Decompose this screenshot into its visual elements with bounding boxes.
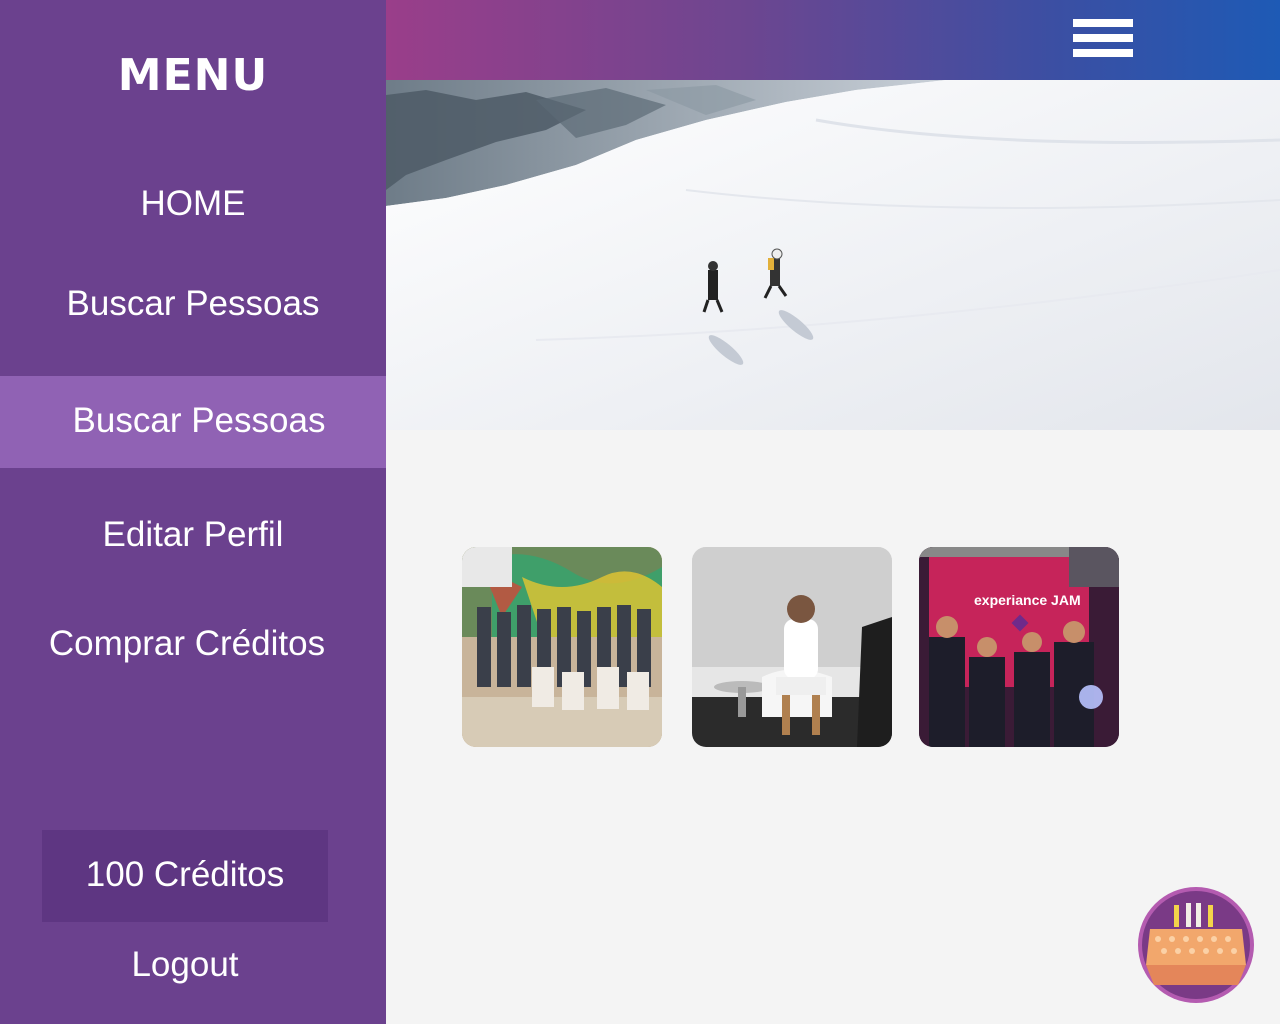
snow-mountain-skiers-photo xyxy=(386,80,1280,430)
nav-item-home[interactable]: HOME xyxy=(0,184,386,224)
experience-jam-sign: experiance JAM xyxy=(974,592,1081,608)
celebration-table-icon xyxy=(1138,887,1254,1003)
gallery-thumb-experience-jam-photo[interactable]: experiance JAM xyxy=(919,547,1119,747)
experience-jam-photo: experiance JAM xyxy=(919,547,1119,747)
nav-item-editar-perfil[interactable]: Editar Perfil xyxy=(0,515,386,555)
nav-item-buscar-pessoas-active[interactable]: Buscar Pessoas xyxy=(0,376,386,468)
nav-item-buscar-pessoas[interactable]: Buscar Pessoas xyxy=(0,284,386,324)
hero-image xyxy=(386,80,1280,430)
gallery-thumb-speaker-photo[interactable] xyxy=(692,547,892,747)
sidebar: MENU HOME Buscar Pessoas Buscar Pessoas … xyxy=(0,0,386,1024)
menu-title: MENU xyxy=(117,50,269,101)
top-header xyxy=(386,0,1280,80)
hamburger-menu-icon[interactable] xyxy=(1073,19,1133,63)
gallery-thumb-group-photo[interactable] xyxy=(462,547,662,747)
logout-link[interactable]: Logout xyxy=(0,945,370,985)
celebration-badge-button[interactable] xyxy=(1136,885,1256,1005)
nav-item-label: Buscar Pessoas xyxy=(72,401,326,440)
nav-item-comprar-creditos[interactable]: Comprar Créditos xyxy=(0,624,380,664)
credits-badge[interactable]: 100 Créditos xyxy=(42,830,328,922)
group-photo xyxy=(462,547,662,747)
speaker-photo xyxy=(692,547,892,747)
